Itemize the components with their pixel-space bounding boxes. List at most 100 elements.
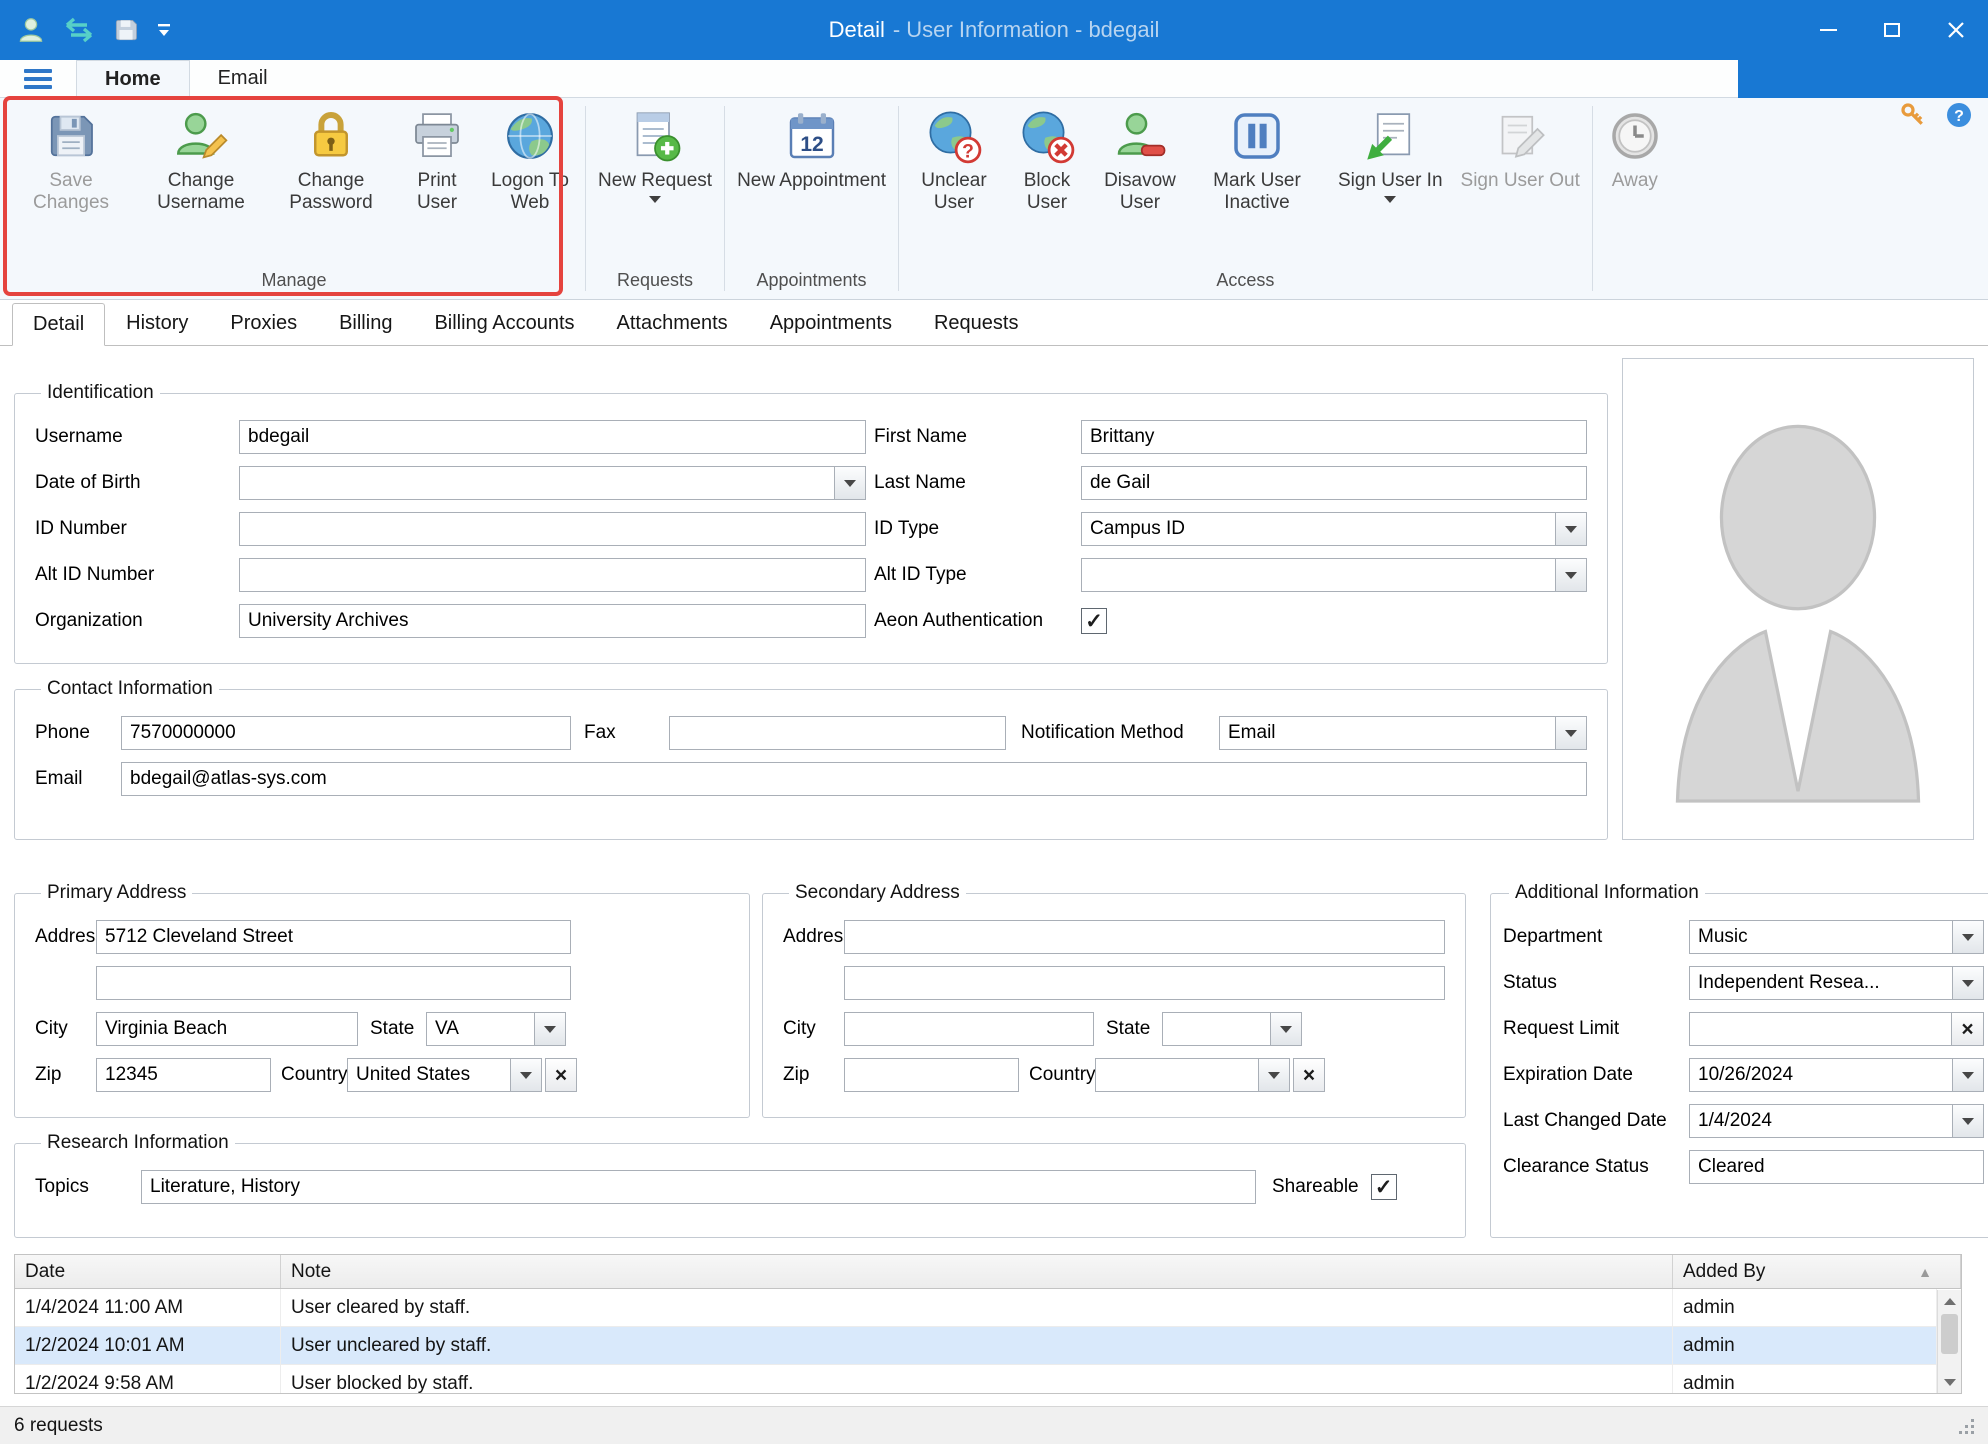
- secondary-city-input[interactable]: [844, 1012, 1094, 1046]
- secondary-address-line1-input[interactable]: [844, 920, 1445, 954]
- last-changed-date-input[interactable]: [1689, 1104, 1952, 1138]
- username-input[interactable]: [239, 420, 866, 454]
- disavow-user-button[interactable]: Disavow User: [1088, 98, 1192, 214]
- primary-state-input[interactable]: [426, 1012, 534, 1046]
- organization-input[interactable]: [239, 604, 866, 638]
- secondary-zip-input[interactable]: [844, 1058, 1019, 1092]
- tab-detail[interactable]: Detail: [12, 303, 105, 346]
- user-icon[interactable]: [16, 15, 46, 45]
- table-row[interactable]: 1/4/2024 11:00 AM User cleared by staff.…: [15, 1289, 1937, 1327]
- sign-user-in-button[interactable]: Sign User In: [1329, 98, 1452, 203]
- maximize-button[interactable]: [1860, 0, 1924, 60]
- column-header-date[interactable]: Date: [15, 1255, 281, 1288]
- last-changed-date-dropdown-button[interactable]: [1952, 1104, 1984, 1138]
- close-button[interactable]: [1924, 0, 1988, 60]
- alt-id-type-dropdown-button[interactable]: [1555, 558, 1587, 592]
- notification-method-input[interactable]: [1219, 716, 1555, 750]
- email-input[interactable]: [121, 762, 1587, 796]
- primary-country-input[interactable]: [347, 1058, 510, 1092]
- department-dropdown-button[interactable]: [1952, 920, 1984, 954]
- secondary-country-dropdown-button[interactable]: [1258, 1058, 1290, 1092]
- help-icon[interactable]: ?: [1944, 100, 1974, 135]
- save-icon[interactable]: [112, 16, 140, 44]
- logon-to-web-button[interactable]: Logon To Web: [478, 98, 582, 214]
- tab-appointments[interactable]: Appointments: [749, 302, 913, 345]
- primary-address-line1-input[interactable]: [96, 920, 571, 954]
- grid-scrollbar[interactable]: [1937, 1290, 1961, 1393]
- change-username-button[interactable]: Change Username: [136, 98, 266, 214]
- save-changes-button[interactable]: Save Changes: [6, 98, 136, 214]
- ribbon-tab-home[interactable]: Home: [76, 60, 190, 98]
- aeon-authentication-checkbox[interactable]: [1081, 608, 1107, 634]
- column-header-added-by[interactable]: Added By ▲: [1673, 1255, 1961, 1288]
- first-name-input[interactable]: [1081, 420, 1587, 454]
- department-input[interactable]: [1689, 920, 1952, 954]
- primary-state-dropdown-button[interactable]: [534, 1012, 566, 1046]
- topics-input[interactable]: [141, 1170, 1256, 1204]
- last-name-input[interactable]: [1081, 466, 1587, 500]
- alt-id-number-input[interactable]: [239, 558, 866, 592]
- scroll-up-button[interactable]: [1938, 1290, 1961, 1312]
- tab-history[interactable]: History: [105, 302, 209, 345]
- clearance-status-input[interactable]: [1689, 1150, 1984, 1184]
- user-photo[interactable]: [1622, 358, 1974, 840]
- id-type-input[interactable]: [1081, 512, 1555, 546]
- unclear-user-button[interactable]: ? Unclear User: [902, 98, 1006, 214]
- undo-icon[interactable]: [62, 16, 96, 44]
- table-row[interactable]: 1/2/2024 9:58 AM User blocked by staff. …: [15, 1365, 1937, 1394]
- mark-user-inactive-button[interactable]: Mark User Inactive: [1192, 98, 1322, 214]
- request-limit-input[interactable]: [1689, 1012, 1952, 1046]
- ribbon-tab-email[interactable]: Email: [190, 60, 296, 97]
- user-key-icon[interactable]: [1898, 100, 1928, 135]
- notification-method-dropdown-button[interactable]: [1555, 716, 1587, 750]
- primary-address-groupbox: Primary Address Address City State Zip C…: [14, 882, 750, 1118]
- alt-id-number-label: Alt ID Number: [35, 564, 239, 586]
- resize-grip-icon[interactable]: [1956, 1416, 1978, 1444]
- primary-zip-input[interactable]: [96, 1058, 271, 1092]
- expiration-date-input[interactable]: [1689, 1058, 1952, 1092]
- request-limit-clear-button[interactable]: ×: [1952, 1012, 1984, 1046]
- fax-input[interactable]: [669, 716, 1006, 750]
- new-appointment-button[interactable]: 12 New Appointment: [728, 98, 895, 192]
- primary-country-dropdown-button[interactable]: [510, 1058, 542, 1092]
- date-of-birth-input[interactable]: [239, 466, 834, 500]
- status-dropdown-button[interactable]: [1952, 966, 1984, 1000]
- date-of-birth-dropdown-button[interactable]: [834, 466, 866, 500]
- new-request-button[interactable]: New Request: [589, 98, 721, 203]
- scroll-down-button[interactable]: [1938, 1371, 1961, 1393]
- primary-city-input[interactable]: [96, 1012, 358, 1046]
- status-input[interactable]: [1689, 966, 1952, 1000]
- secondary-state-input[interactable]: [1162, 1012, 1270, 1046]
- primary-country-clear-button[interactable]: ×: [545, 1058, 577, 1092]
- minimize-button[interactable]: [1796, 0, 1860, 60]
- id-number-input[interactable]: [239, 512, 866, 546]
- scroll-thumb[interactable]: [1941, 1314, 1958, 1354]
- secondary-country-input[interactable]: [1095, 1058, 1258, 1092]
- tab-attachments[interactable]: Attachments: [596, 302, 749, 345]
- away-button[interactable]: Away: [1596, 98, 1674, 192]
- table-row[interactable]: 1/2/2024 10:01 AM User uncleared by staf…: [15, 1327, 1937, 1365]
- last-changed-date-label: Last Changed Date: [1503, 1110, 1689, 1132]
- tab-proxies[interactable]: Proxies: [209, 302, 318, 345]
- primary-address-line2-input[interactable]: [96, 966, 571, 1000]
- sign-user-out-button[interactable]: Sign User Out: [1452, 98, 1589, 192]
- menu-button[interactable]: [0, 60, 76, 97]
- column-header-note[interactable]: Note: [281, 1255, 1673, 1288]
- phone-input[interactable]: [121, 716, 571, 750]
- print-user-button[interactable]: Print User: [396, 98, 478, 214]
- user-minus-icon: [1110, 106, 1170, 166]
- qat-dropdown-icon[interactable]: [156, 21, 172, 39]
- tab-billing[interactable]: Billing: [318, 302, 413, 345]
- id-type-dropdown-button[interactable]: [1555, 512, 1587, 546]
- secondary-state-dropdown-button[interactable]: [1270, 1012, 1302, 1046]
- tab-requests[interactable]: Requests: [913, 302, 1040, 345]
- tab-billing-accounts[interactable]: Billing Accounts: [413, 302, 595, 345]
- secondary-address-line2-input[interactable]: [844, 966, 1445, 1000]
- expiration-date-dropdown-button[interactable]: [1952, 1058, 1984, 1092]
- shareable-checkbox[interactable]: [1371, 1174, 1397, 1200]
- secondary-country-clear-button[interactable]: ×: [1293, 1058, 1325, 1092]
- first-name-label: First Name: [874, 426, 1081, 448]
- alt-id-type-input[interactable]: [1081, 558, 1555, 592]
- block-user-button[interactable]: Block User: [1006, 98, 1088, 214]
- change-password-button[interactable]: Change Password: [266, 98, 396, 214]
